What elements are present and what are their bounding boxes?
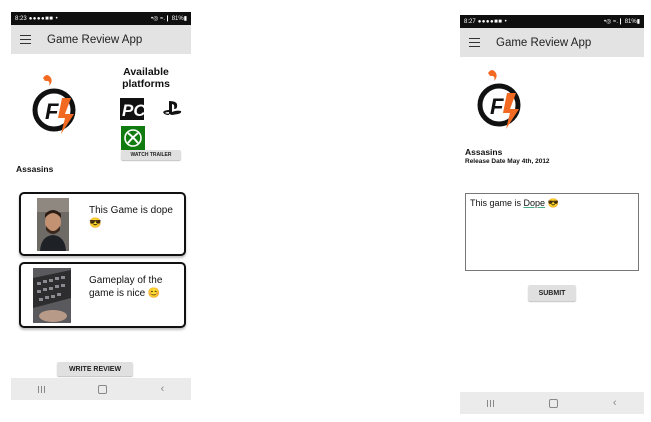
status-indicators: •◎ ≈.❙ 81%▮ [604, 19, 640, 25]
game-title: Assasins [16, 164, 54, 174]
write-review-button[interactable]: WRITE REVIEW [57, 362, 133, 376]
game-logo: F [477, 70, 521, 129]
status-bar: 8:23 ●●●●■■ • •◎ ≈.❙ 81%▮ [11, 12, 191, 25]
playstation-icon [163, 101, 182, 115]
watch-trailer-button[interactable]: WATCH TRAILER [121, 150, 181, 160]
xbox-icon [121, 126, 145, 150]
back-icon[interactable]: ‹ [613, 397, 617, 409]
review-text: This Game is dope 😎 [89, 205, 173, 229]
app-title: Game Review App [496, 36, 592, 49]
hamburger-menu-icon[interactable] [469, 38, 480, 47]
home-icon[interactable] [98, 384, 108, 394]
home-icon[interactable] [549, 398, 559, 408]
reviewer-photo [37, 198, 69, 251]
phone-screen-left: 8:23 ●●●●■■ • •◎ ≈.❙ 81%▮ Game Review Ap… [11, 12, 191, 402]
status-time: 8:23 [15, 15, 27, 22]
notification-icons: ●●●●■■ • [28, 15, 59, 22]
system-nav-bar: ‹ [11, 378, 191, 400]
status-time: 8:27 [464, 18, 476, 25]
game-title: Assasins [465, 147, 503, 157]
phone-screen-right: 8:27 ●●●●■■ • •◎ ≈.❙ 81%▮ Game Review Ap… [460, 15, 644, 417]
recent-apps-icon[interactable] [487, 399, 495, 407]
app-bar: Game Review App [460, 28, 644, 57]
status-indicators: •◎ ≈.❙ 81%▮ [151, 16, 187, 22]
recent-apps-icon[interactable] [37, 385, 45, 393]
review-input-typed-word: Dope [523, 198, 546, 208]
svg-text:PC: PC [122, 101, 144, 120]
review-input-emoji: 😎 [545, 198, 559, 208]
hamburger-menu-icon[interactable] [20, 35, 31, 44]
svg-text:F: F [490, 94, 504, 119]
back-icon[interactable]: ‹ [161, 383, 165, 395]
pc-icon: PC [120, 98, 144, 120]
status-bar: 8:27 ●●●●■■ • •◎ ≈.❙ 81%▮ [460, 15, 644, 28]
app-bar: Game Review App [11, 25, 191, 54]
release-date: Release Date May 4th, 2012 [465, 158, 550, 165]
platforms-heading: Available platforms [122, 66, 170, 90]
review-card[interactable]: This Game is dope 😎 [19, 192, 186, 256]
review-input[interactable]: This game is Dope 😎 [465, 193, 639, 271]
game-logo: F [32, 75, 76, 134]
system-nav-bar: ‹ [460, 392, 644, 414]
app-title: Game Review App [47, 33, 143, 46]
submit-button[interactable]: SUBMIT [528, 285, 576, 301]
gameplay-photo [33, 268, 71, 323]
svg-text:F: F [45, 99, 59, 124]
review-card[interactable]: Gameplay of the game is nice 😊 [19, 262, 186, 328]
review-input-text: This game is [470, 198, 524, 208]
review-text: Gameplay of the game is nice 😊 [89, 275, 163, 299]
notification-icons: ●●●●■■ • [477, 18, 508, 25]
